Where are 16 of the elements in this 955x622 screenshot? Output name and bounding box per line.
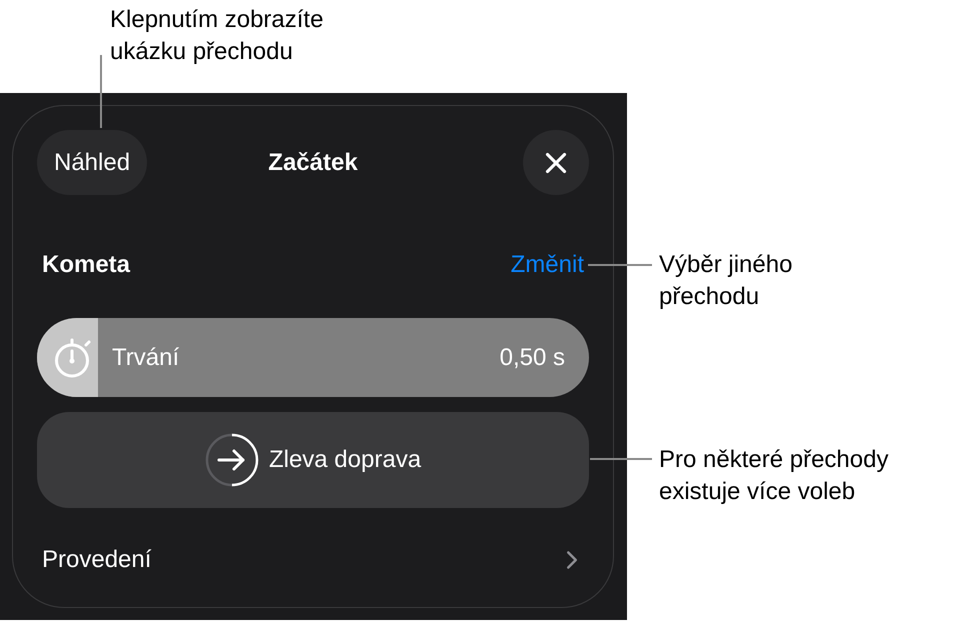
callout-text: Výběr jiného přechodu <box>659 250 792 312</box>
slider-fill[interactable] <box>37 318 98 397</box>
sheet-title: Začátek <box>268 148 358 178</box>
change-link[interactable]: Změnit <box>510 251 584 279</box>
callout-text: Pro některé přechody existuje více voleb <box>659 445 888 507</box>
transition-name: Kometa <box>42 251 130 279</box>
leader-line <box>590 458 652 460</box>
leader-line <box>588 264 652 266</box>
slider-label: Trvání <box>112 342 180 372</box>
stopwatch-icon <box>53 338 93 378</box>
slider-value: 0,50 s <box>500 342 565 372</box>
callout-text: Klepnutím zobrazíte ukázku přechodu <box>110 5 324 67</box>
menu-row[interactable]: Provedení <box>37 542 589 578</box>
preview-button[interactable]: Náhled <box>37 130 148 195</box>
duration-slider[interactable]: Trvání 0,50 s <box>37 318 589 397</box>
direction-button[interactable]: Zleva doprava <box>37 412 589 508</box>
